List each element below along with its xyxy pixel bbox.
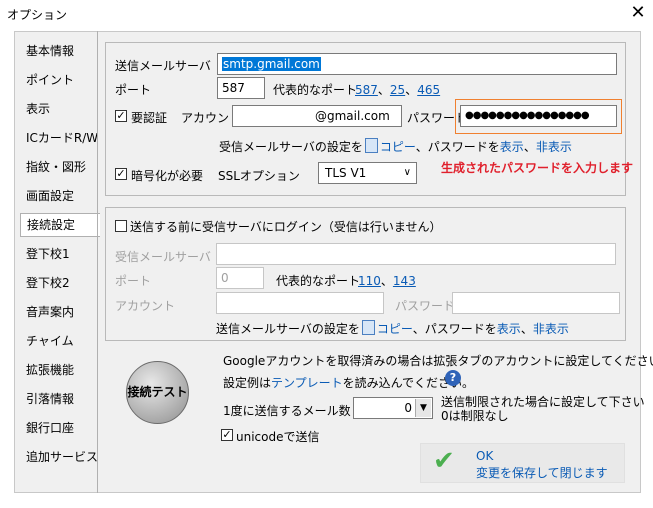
pop-server-input[interactable] (216, 243, 616, 265)
sidebar-item-ic-card[interactable]: ICカードR/W (26, 128, 98, 148)
title-bar (0, 0, 653, 28)
pop-account-label: アカウント (115, 299, 176, 313)
window-title: オプション (7, 8, 68, 22)
chevron-down-icon: ∨ (403, 167, 411, 178)
auth-label: 要認証 (131, 111, 168, 125)
template-row: 設定例はテンプレートを読み込んでください。 (223, 374, 474, 391)
per-send-value: 0 (404, 401, 412, 415)
template-link[interactable]: テンプレート (271, 376, 343, 390)
sidebar-item-connection[interactable]: 接続設定 (20, 213, 100, 237)
port-link-110[interactable]: 110 (358, 274, 381, 288)
pop-port-label: ポート (115, 274, 152, 288)
sidebar-item-extensions[interactable]: 拡張機能 (26, 360, 74, 380)
encrypt-checkbox[interactable]: ✓ (115, 168, 127, 180)
sidebar-item-additional-services[interactable]: 追加サービス (26, 447, 98, 467)
sidebar-item-attendance-2[interactable]: 登下校2 (26, 273, 70, 293)
per-send-select[interactable]: 0 ▼ (353, 397, 433, 419)
help-icon[interactable]: ? (445, 370, 461, 386)
pop-port-hint: 代表的なポート (276, 274, 361, 288)
close-icon[interactable]: ✕ (628, 2, 648, 24)
per-send-label: 1度に送信するメール数 (223, 404, 351, 418)
ssl-select[interactable]: TLS V1 ∨ (318, 162, 417, 184)
auth-checkbox[interactable]: ✓ (115, 110, 127, 122)
sidebar-item-withdrawal[interactable]: 引落情報 (26, 389, 74, 409)
unicode-label: unicodeで送信 (236, 430, 320, 444)
port-sep: 、 (405, 83, 418, 97)
port-link-465[interactable]: 465 (417, 83, 440, 97)
smtp-port-hint: 代表的なポート (273, 83, 358, 97)
copy-icon (364, 138, 378, 153)
port-sep: 、 (377, 83, 390, 97)
google-note: Googleアカウントを取得済みの場合は拡張タブのアカウントに設定してください (223, 354, 653, 368)
port-link-587[interactable]: 587 (355, 83, 378, 97)
password-text: 、パスワードを (415, 140, 500, 154)
pop-account-input[interactable] (216, 292, 384, 314)
show-password-link[interactable]: 表示 (500, 140, 524, 154)
pop-login-checkbox[interactable] (115, 220, 127, 232)
ok-label: OK (476, 449, 494, 463)
sidebar-item-fingerprint[interactable]: 指紋・図形 (26, 157, 86, 177)
smtp-server-value: smtp.gmail.com (222, 57, 321, 71)
sep: 、 (523, 140, 536, 154)
sep: 、 (520, 322, 533, 336)
sidebar-item-screen[interactable]: 画面設定 (26, 186, 74, 206)
unicode-checkbox[interactable]: ✓ (221, 429, 233, 441)
sidebar-item-attendance-1[interactable]: 登下校1 (26, 244, 70, 264)
port-link-25[interactable]: 25 (390, 83, 405, 97)
pop-login-label: 送信する前に受信サーバにログイン（受信は行いません） (130, 220, 442, 234)
sidebar-item-voice-guide[interactable]: 音声案内 (26, 302, 74, 322)
smtp-server-input[interactable]: smtp.gmail.com (217, 53, 617, 75)
dropdown-arrow-icon: ▼ (415, 399, 431, 417)
template-pre: 設定例は (223, 376, 272, 390)
copy-text: 送信メールサーバの設定を (216, 322, 360, 336)
sidebar-item-display[interactable]: 表示 (26, 99, 50, 119)
pop-port-input[interactable]: 0 (216, 267, 264, 289)
smtp-server-label: 送信メールサーバ (115, 59, 211, 73)
sidebar-item-bank-account[interactable]: 銀行口座 (26, 418, 74, 438)
password-annotation: 生成されたパスワードを入力します (441, 161, 634, 175)
password-input[interactable]: ●●●●●●●●●●●●●●●● (460, 105, 617, 127)
save-close-label: 変更を保存して閉じます (476, 466, 608, 480)
pop-password-input[interactable] (452, 292, 620, 314)
hide-password-link[interactable]: 非表示 (536, 140, 572, 154)
sidebar-item-basic-info[interactable]: 基本情報 (26, 41, 74, 61)
copy-text: 受信メールサーバの設定を (219, 140, 363, 154)
pop-port-links: 110、143 (358, 272, 416, 289)
port-sep: 、 (380, 274, 393, 288)
pop-server-label: 受信メールサーバ (115, 250, 211, 264)
account-input[interactable]: @gmail.com (232, 105, 402, 127)
port-link-143[interactable]: 143 (393, 274, 416, 288)
limit-note-2: 0は制限なし (441, 409, 509, 423)
ssl-value: TLS V1 (325, 166, 367, 180)
ssl-label: SSLオプション (218, 169, 300, 183)
encrypt-label: 暗号化が必要 (131, 169, 204, 183)
smtp-port-label: ポート (115, 83, 152, 97)
show-password-link[interactable]: 表示 (497, 322, 521, 336)
smtp-port-input[interactable]: 587 (217, 77, 265, 99)
smtp-copy-row: 受信メールサーバの設定を コピー、パスワードを表示、非表示 (219, 138, 572, 155)
copy-icon (361, 320, 375, 335)
hide-password-link[interactable]: 非表示 (533, 322, 569, 336)
sidebar-item-chime[interactable]: チャイム (26, 331, 74, 351)
pop-password-label: パスワード (395, 299, 456, 313)
sidebar-item-points[interactable]: ポイント (26, 70, 74, 90)
password-text: 、パスワードを (412, 322, 497, 336)
smtp-port-links: 587、25、465 (355, 81, 440, 98)
connection-test-button[interactable]: 接続テスト (126, 361, 189, 424)
check-icon: ✔ (433, 446, 455, 476)
pop-copy-row: 送信メールサーバの設定を コピー、パスワードを表示、非表示 (216, 320, 569, 337)
copy-link[interactable]: コピー (377, 322, 413, 336)
copy-link[interactable]: コピー (380, 140, 416, 154)
